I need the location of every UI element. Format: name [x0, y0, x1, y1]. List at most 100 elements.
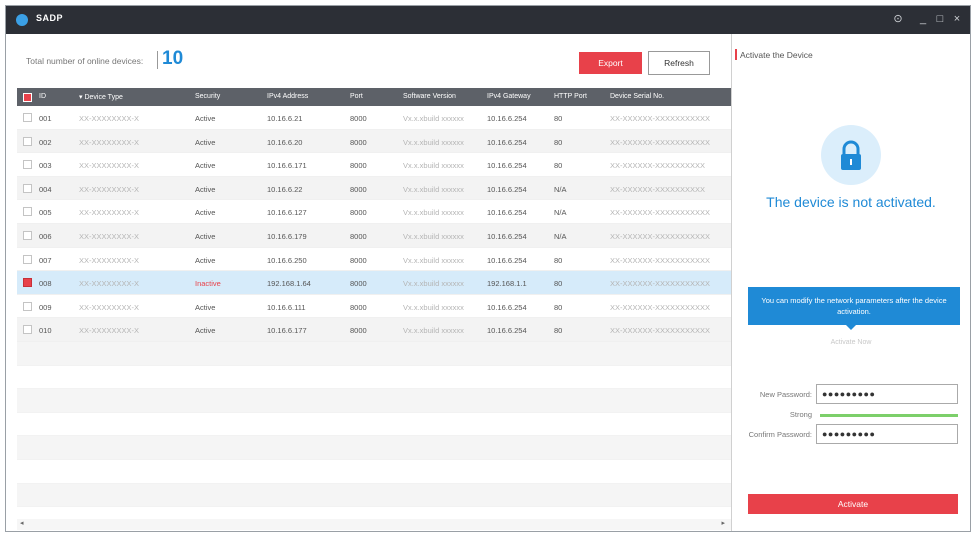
activate-device-panel: Activate the Device The device is not ac…	[732, 34, 970, 531]
cell-serial: XX-XXXXXX-XXXXXXXXXX	[610, 161, 706, 171]
cell-id: 001	[39, 114, 52, 123]
total-devices-label: Total number of online devices:	[26, 56, 144, 66]
column-header-ipv4-gateway[interactable]: IPv4 Gateway	[487, 93, 531, 100]
table-row[interactable]: 004 XX-XXXXXXXX-X Active 10.16.6.22 8000 Vx.x…	[17, 176, 731, 201]
cell-port: 8000	[350, 279, 367, 289]
cell-gateway: 10.16.6.254	[487, 231, 527, 241]
horizontal-scrollbar[interactable]: ◂ ▸	[17, 519, 731, 530]
confirm-password-field[interactable]: ●●●●●●●●●	[816, 424, 958, 444]
row-checkbox[interactable]	[23, 113, 32, 122]
cell-type: XX-XXXXXXXX-X	[79, 302, 140, 312]
row-checkbox[interactable]	[23, 301, 32, 311]
cell-security: Active	[195, 302, 216, 312]
export-button[interactable]: Export	[579, 52, 642, 74]
scroll-right-icon[interactable]: ▸	[721, 519, 725, 527]
cell-serial: XX-XXXXXX-XXXXXXXXXXX	[610, 326, 711, 336]
refresh-button[interactable]: Refresh	[648, 51, 710, 75]
column-header-port[interactable]: Port	[350, 93, 363, 100]
row-checkbox[interactable]	[23, 207, 32, 217]
minimize-icon[interactable]: _	[915, 11, 931, 27]
lock-icon	[841, 140, 861, 170]
cell-port: 8000	[350, 137, 367, 147]
column-header-device-type[interactable]: ▾ Device Type	[79, 93, 123, 101]
cell-gateway: 192.168.1.1	[487, 279, 527, 289]
cell-id: 006	[39, 231, 52, 241]
table-row[interactable]: 007 XX-XXXXXXXX-X Active 10.16.6.250 8000 Vx.…	[17, 248, 731, 272]
cell-software: Vx.x.xbuild xxxxxx	[403, 326, 464, 336]
table-row[interactable]: 005 XX-XXXXXXXX-X Active 10.16.6.127 8000 Vx.…	[17, 200, 731, 224]
column-header-id[interactable]: ID	[39, 93, 46, 100]
settings-icon[interactable]: ⊙	[890, 11, 906, 27]
cell-software: Vx.x.xbuild xxxxxx	[403, 137, 464, 147]
cell-http: N/A	[554, 208, 567, 218]
cell-software: Vx.x.xbuild xxxxxx	[403, 114, 464, 123]
row-checkbox[interactable]	[23, 183, 32, 193]
cell-type: XX-XXXXXXXX-X	[79, 208, 140, 218]
table-row[interactable]: 003 XX-XXXXXXXX-X Active 10.16.6.171 8000 Vx.…	[17, 153, 731, 177]
table-row[interactable]: 009 XX-XXXXXXXX-X Active 10.16.6.111 8000 Vx.…	[17, 295, 731, 319]
cell-http: 80	[554, 279, 563, 289]
device-list-toolbar: Total number of online devices: 10 Expor…	[6, 34, 731, 84]
cell-id: 009	[39, 302, 52, 312]
cell-type: XX-XXXXXXXX-X	[79, 114, 140, 123]
cell-id: 005	[39, 208, 52, 218]
cell-type: XX-XXXXXXXX-X	[79, 184, 140, 194]
close-icon[interactable]: ×	[949, 11, 965, 27]
confirm-password-label: Confirm Password:	[748, 430, 812, 439]
cell-port: 8000	[350, 255, 367, 265]
row-checkbox[interactable]	[23, 160, 32, 170]
row-checkbox[interactable]	[23, 278, 32, 288]
empty-table-row	[17, 413, 731, 437]
cell-ipv4: 10.16.6.22	[267, 184, 303, 194]
cell-software: Vx.x.xbuild xxxxxx	[403, 161, 464, 171]
device-list-area: Total number of online devices: 10 Expor…	[6, 34, 731, 531]
not-activated-message: The device is not activated.	[766, 194, 936, 210]
new-password-label: New Password:	[759, 390, 812, 399]
cell-type: XX-XXXXXXXX-X	[79, 279, 140, 289]
activate-now-link[interactable]: Activate Now	[732, 339, 970, 346]
select-all-checkbox[interactable]	[23, 93, 32, 102]
empty-table-row	[17, 366, 731, 390]
tooltip-arrow	[845, 324, 857, 330]
sadp-window: SADP ⊙ _ □ × Total number of online devi…	[5, 5, 971, 532]
row-checkbox[interactable]	[23, 325, 32, 335]
cell-software: Vx.x.xbuild xxxxxx	[403, 208, 464, 218]
cell-id: 003	[39, 161, 52, 171]
cell-serial: XX-XXXXXX-XXXXXXXXXXX	[610, 137, 711, 147]
cell-port: 8000	[350, 184, 367, 194]
cell-serial: XX-XXXXXX-XXXXXXXXXX	[610, 184, 706, 194]
row-checkbox[interactable]	[23, 254, 32, 264]
row-checkbox[interactable]	[23, 230, 32, 240]
column-header-http-port[interactable]: HTTP Port	[554, 93, 587, 100]
table-row[interactable]: 006 XX-XXXXXXXX-X Active 10.16.6.179 8000 Vx.…	[17, 223, 731, 248]
column-header-device-serial[interactable]: Device Serial No.	[610, 93, 664, 100]
maximize-icon[interactable]: □	[932, 11, 948, 27]
cell-gateway: 10.16.6.254	[487, 161, 527, 171]
new-password-field[interactable]: ●●●●●●●●●	[816, 384, 958, 404]
cell-http: 80	[554, 255, 563, 265]
scroll-left-icon[interactable]: ◂	[20, 519, 24, 527]
empty-table-row	[17, 389, 731, 413]
cell-ipv4: 10.16.6.250	[267, 255, 307, 265]
column-header-ipv4-address[interactable]: IPv4 Address	[267, 93, 308, 100]
cell-port: 8000	[350, 114, 367, 123]
cell-id: 008	[39, 279, 52, 289]
cell-http: N/A	[554, 184, 567, 194]
cell-id: 007	[39, 255, 52, 265]
cell-ipv4: 10.16.6.171	[267, 161, 307, 171]
table-row[interactable]: 002 XX-XXXXXXXX-X Active 10.16.6.20 8000 Vx.x…	[17, 129, 731, 154]
cell-ipv4: 10.16.6.21	[267, 114, 303, 123]
table-row[interactable]: 001 XX-XXXXXXXX-X Active 10.16.6.21 8000 Vx.x…	[17, 106, 731, 130]
cell-port: 8000	[350, 161, 367, 171]
cell-serial: XX-XXXXXX-XXXXXXXXXXX	[610, 255, 711, 265]
panel-title-marker	[735, 49, 737, 60]
cell-http: 80	[554, 326, 563, 336]
cell-gateway: 10.16.6.254	[487, 302, 527, 312]
cell-type: XX-XXXXXXXX-X	[79, 161, 140, 171]
column-header-security[interactable]: Security	[195, 93, 220, 100]
row-checkbox[interactable]	[23, 136, 32, 146]
column-header-software-version[interactable]: Software Version	[403, 93, 456, 100]
table-row[interactable]: 008 XX-XXXXXXXX-X Inactive 192.168.1.64 8000…	[17, 271, 731, 295]
table-row[interactable]: 010 XX-XXXXXXXX-X Active 10.16.6.177 8000 Vx.…	[17, 318, 731, 342]
activate-button[interactable]: Activate	[748, 494, 958, 514]
